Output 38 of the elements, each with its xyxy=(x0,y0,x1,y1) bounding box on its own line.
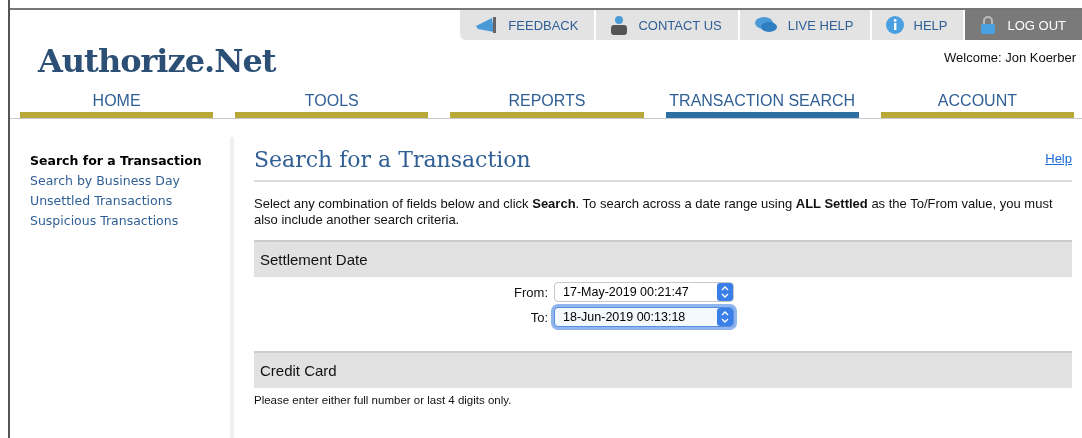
tab-label: CONTACT US xyxy=(638,17,722,33)
nav-tab[interactable]: REPORTS xyxy=(450,92,644,118)
header-tab[interactable]: FEEDBACK xyxy=(460,10,595,40)
sidebar-link[interactable]: Search for a Transaction xyxy=(30,153,230,168)
header-tab[interactable]: LOG OUT xyxy=(963,10,1082,40)
chat-icon xyxy=(753,16,778,34)
intro-text: Select any combination of fields below and click Search. To search across a date range using ALL Settled as the To/From value, you must also include another search criteria. xyxy=(254,196,1054,228)
section-header: Credit Card xyxy=(254,351,1072,388)
megaphone-icon xyxy=(474,16,499,34)
welcome-text: Welcome: Jon Koerber xyxy=(944,50,1076,65)
stepper-icon xyxy=(717,283,733,301)
sidebar-link[interactable]: Unsettled Transactions xyxy=(30,193,230,208)
info-icon xyxy=(885,16,904,34)
header-tab[interactable]: CONTACT US xyxy=(594,10,738,40)
nav-tab[interactable]: TOOLS xyxy=(235,92,429,118)
help-link[interactable]: Help xyxy=(1045,151,1072,166)
sidebar-link[interactable]: Search by Business Day xyxy=(30,173,230,188)
header-tab[interactable]: HELP xyxy=(869,10,964,40)
date-select[interactable]: 17-May-2019 00:21:47 xyxy=(554,282,734,302)
date-select[interactable]: 18-Jun-2019 00:13:18 xyxy=(554,307,734,327)
sidebar-link[interactable]: Suspicious Transactions xyxy=(30,213,230,228)
field-label: To: xyxy=(529,309,548,325)
page-title: Search for a Transaction xyxy=(254,147,531,172)
stepper-icon xyxy=(717,308,733,326)
logo[interactable]: Authorize.Net xyxy=(38,42,276,80)
nav-tab[interactable]: HOME xyxy=(20,92,214,118)
tab-label: FEEDBACK xyxy=(508,17,579,33)
tab-label: HELP xyxy=(913,17,948,33)
padlock-icon xyxy=(979,16,998,34)
nav-tab[interactable]: TRANSACTION SEARCH xyxy=(665,92,859,118)
header-tab[interactable]: LIVE HELP xyxy=(737,10,870,40)
tab-label: LOG OUT xyxy=(1007,17,1066,33)
field-label: From: xyxy=(513,284,548,300)
nav-tab[interactable]: ACCOUNT xyxy=(880,92,1074,118)
section-header: Settlement Date xyxy=(254,240,1072,277)
person-icon xyxy=(610,15,629,35)
tab-label: LIVE HELP xyxy=(787,17,854,33)
hint-text: Please enter either full number or last 4 digits only. xyxy=(254,394,513,406)
